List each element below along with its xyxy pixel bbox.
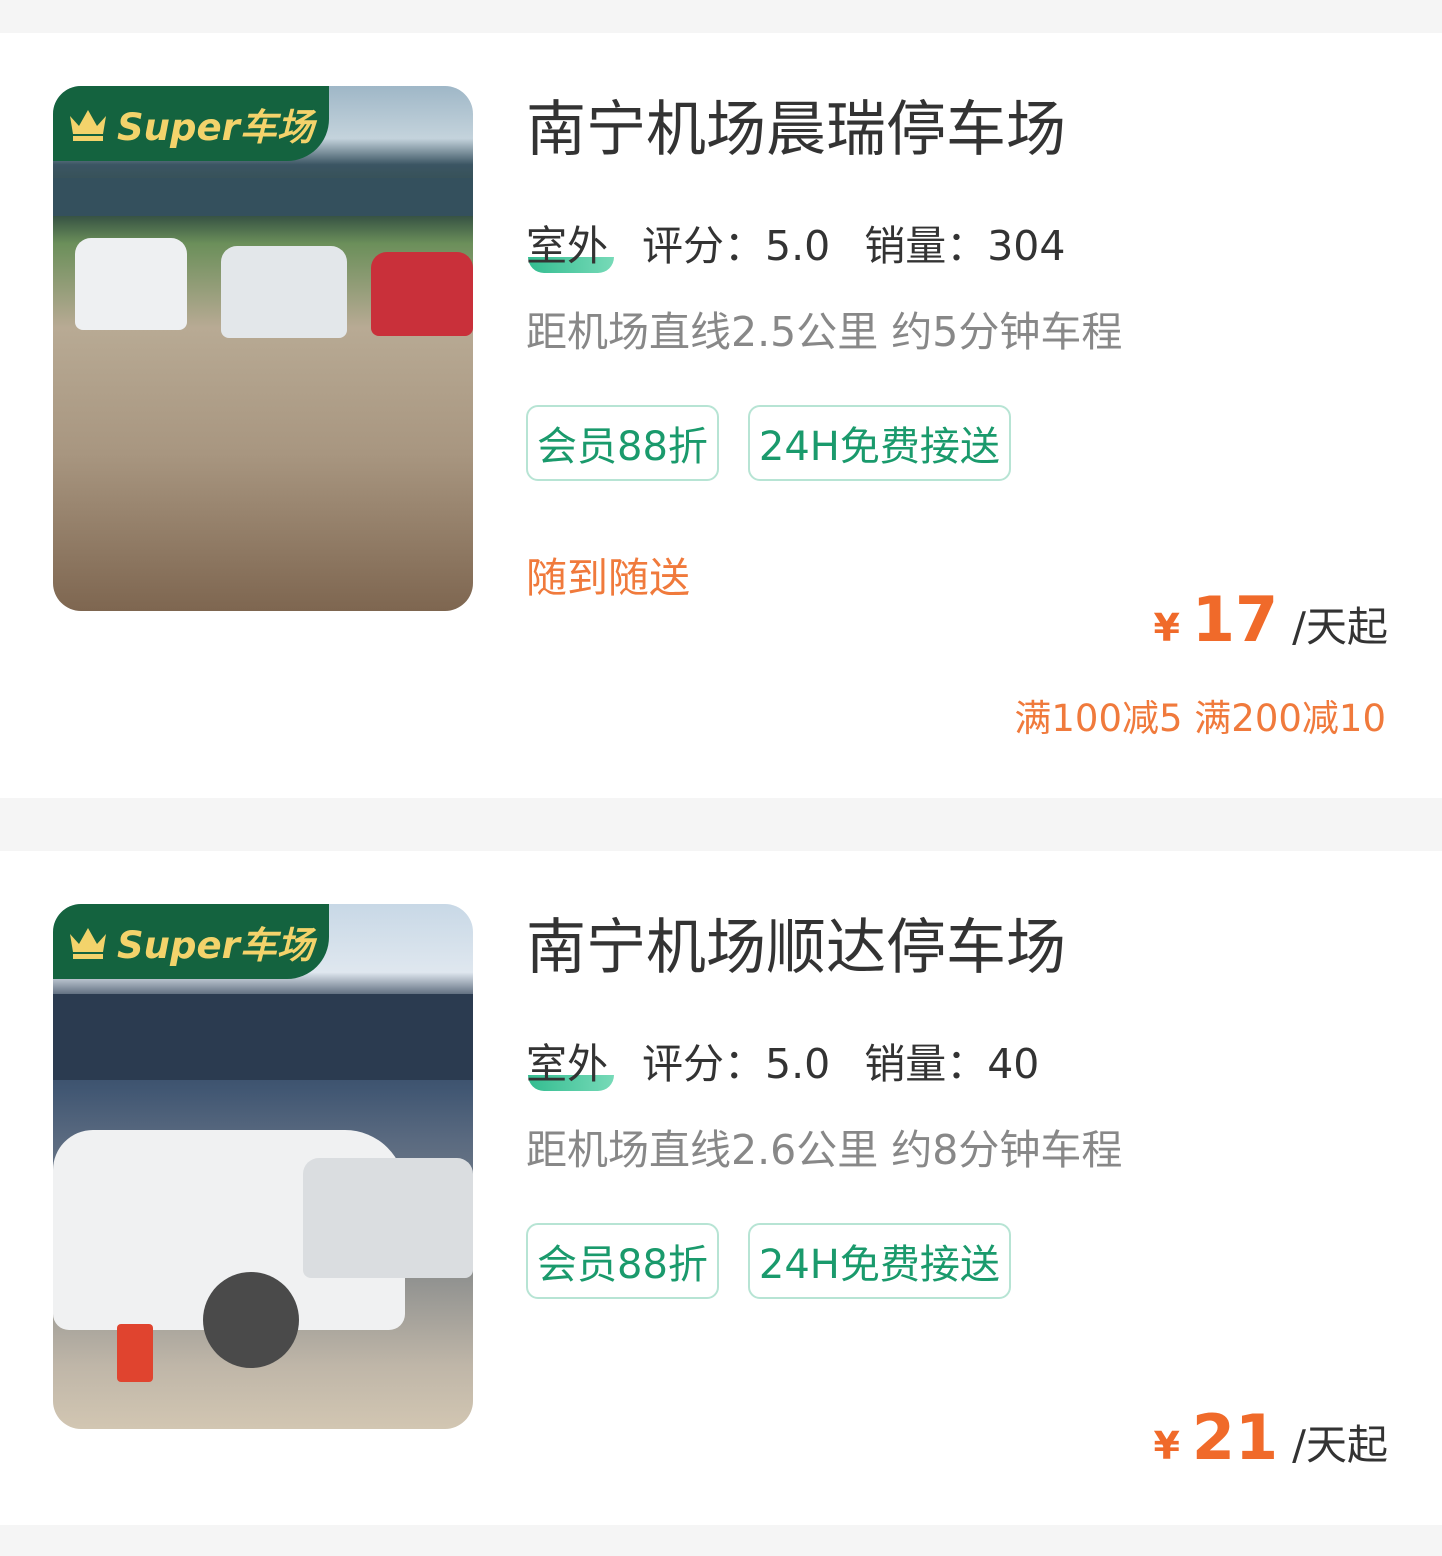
- lot-price: ¥ 17 /天起: [1153, 583, 1388, 656]
- lot-promo: 满100减5 满200减10: [1014, 697, 1386, 740]
- lot-distance: 距机场直线2.5公里 约5分钟车程: [526, 308, 1123, 356]
- price-unit: /天起: [1292, 603, 1388, 651]
- super-lot-badge: Super车场: [53, 86, 329, 161]
- badge-label: Super车场: [117, 105, 314, 149]
- lot-distance: 距机场直线2.6公里 约8分钟车程: [526, 1126, 1123, 1174]
- tag-member-discount: 会员88折: [526, 1223, 719, 1299]
- price-currency: ¥: [1153, 606, 1180, 650]
- tag-free-shuttle: 24H免费接送: [747, 1223, 1011, 1299]
- lot-price: ¥ 21 /天起: [1153, 1401, 1388, 1474]
- lot-sales: 销量：304: [864, 222, 1066, 270]
- lot-rating: 评分：5.0: [642, 222, 831, 270]
- lot-meta-row: 室外 评分：5.0 销量：40: [526, 1040, 1073, 1091]
- lot-type-tag: 室外: [526, 226, 614, 273]
- lot-name[interactable]: 南宁机场顺达停车场: [526, 918, 1066, 978]
- price-value: 21: [1191, 1401, 1279, 1474]
- traffic-cone: [117, 1324, 153, 1382]
- crown-icon: [70, 109, 106, 141]
- car-wheel: [203, 1272, 299, 1368]
- tag-member-discount: 会员88折: [526, 405, 719, 481]
- lot-type-tag: 室外: [526, 1044, 614, 1091]
- parking-lot-card[interactable]: Super车场 南宁机场晨瑞停车场 室外 评分：5.0 销量：304 距机场直线…: [0, 33, 1442, 798]
- car-image: [221, 246, 347, 338]
- lot-tags: 会员88折 24H免费接送: [526, 1223, 1040, 1299]
- lot-meta-row: 室外 评分：5.0 销量：304: [526, 222, 1099, 273]
- parking-lot-photo[interactable]: Super车场: [53, 86, 473, 611]
- car-image: [371, 252, 473, 336]
- price-currency: ¥: [1153, 1424, 1180, 1468]
- badge-label: Super车场: [117, 923, 314, 967]
- lot-service-note: 随到随送: [526, 554, 690, 602]
- lot-type-label: 室外: [526, 222, 608, 270]
- car-image: [303, 1158, 473, 1278]
- lot-sales: 销量：40: [864, 1040, 1040, 1088]
- canopy: [53, 994, 473, 1080]
- parking-lot-card[interactable]: Super车场 南宁机场顺达停车场 室外 评分：5.0 销量：40 距机场直线2…: [0, 851, 1442, 1525]
- price-unit: /天起: [1292, 1421, 1388, 1469]
- lot-tags: 会员88折 24H免费接送: [526, 405, 1040, 481]
- lot-photo-image: [53, 86, 473, 611]
- canopy: [53, 178, 473, 216]
- super-lot-badge: Super车场: [53, 904, 329, 979]
- crown-icon: [70, 927, 106, 959]
- parking-lot-photo[interactable]: Super车场: [53, 904, 473, 1429]
- car-image: [75, 238, 187, 330]
- price-value: 17: [1191, 583, 1279, 656]
- lot-type-label: 室外: [526, 1040, 608, 1088]
- tag-free-shuttle: 24H免费接送: [747, 405, 1011, 481]
- lot-rating: 评分：5.0: [642, 1040, 831, 1088]
- lot-name[interactable]: 南宁机场晨瑞停车场: [526, 100, 1066, 160]
